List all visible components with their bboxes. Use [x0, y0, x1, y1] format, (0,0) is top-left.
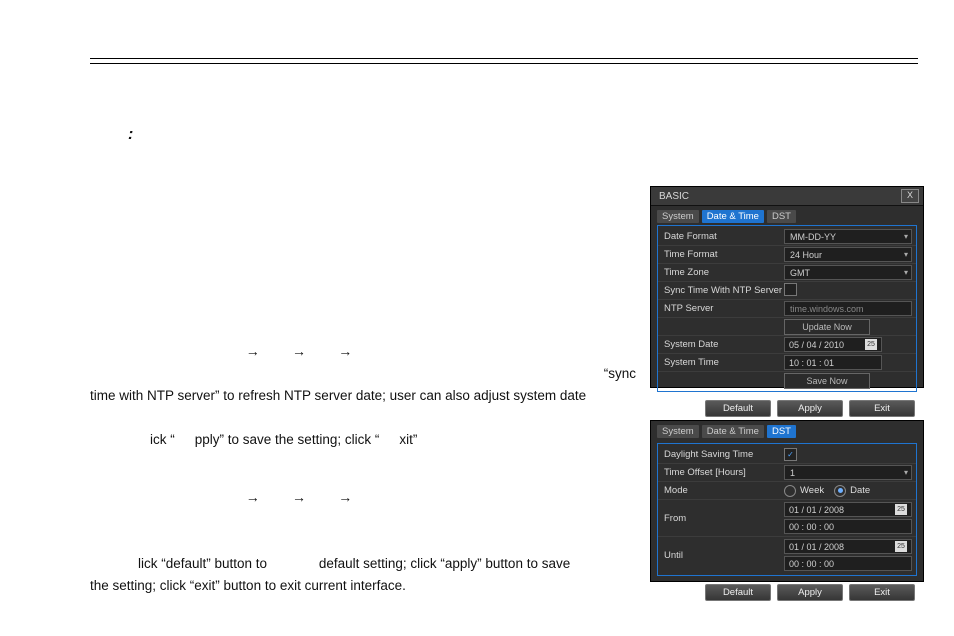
apply-button[interactable]: Apply [777, 584, 843, 601]
label-time-format: Time Format [658, 249, 784, 260]
tab-dst[interactable]: DST [767, 425, 796, 438]
label-until: Until [658, 550, 784, 561]
body-text-datetime: → → → “sync time with NTP server” to ref… [90, 340, 636, 451]
body-line: lick “default” button to [138, 556, 267, 571]
body-line: pply” to save the setting; click “ [195, 432, 380, 447]
body-line: default setting; click “apply” button to… [319, 556, 570, 571]
default-button[interactable]: Default [705, 584, 771, 601]
time-zone-dropdown[interactable]: GMT▾ [784, 265, 912, 280]
system-time-field[interactable]: 10 : 01 : 01 [784, 355, 882, 370]
body-line: “sync [90, 363, 636, 385]
time-offset-dropdown[interactable]: 1▾ [784, 465, 912, 480]
label-from: From [658, 513, 784, 524]
body-line: ick “ [150, 432, 175, 447]
calendar-icon[interactable]: 25 [895, 541, 907, 552]
arrow-icon: → [325, 340, 367, 362]
default-button[interactable]: Default [705, 400, 771, 417]
calendar-icon[interactable]: 25 [865, 339, 877, 350]
mode-date-radio[interactable] [834, 485, 846, 497]
from-time-field[interactable]: 00 : 00 : 00 [784, 519, 912, 534]
mode-week-radio[interactable] [784, 485, 796, 497]
apply-button[interactable]: Apply [777, 400, 843, 417]
basic-dialog: BASIC X System Date & Time DST Date Form… [650, 186, 924, 388]
body-line: the setting; click “exit” button to exit… [90, 575, 636, 597]
tab-system[interactable]: System [657, 425, 699, 438]
ntp-server-field[interactable]: time.windows.com [784, 301, 912, 316]
arrow-icon: → [232, 486, 274, 508]
calendar-icon[interactable]: 25 [895, 504, 907, 515]
label-time-offset: Time Offset [Hours] [658, 467, 784, 478]
label-date-format: Date Format [658, 231, 784, 242]
exit-button[interactable]: Exit [849, 400, 915, 417]
until-time-field[interactable]: 00 : 00 : 00 [784, 556, 912, 571]
body-line: time with NTP server” to refresh NTP ser… [90, 385, 636, 407]
chevron-down-icon: ▾ [904, 468, 908, 477]
sync-ntp-checkbox[interactable] [784, 283, 797, 296]
dialog-title: BASIC [659, 191, 689, 202]
time-format-dropdown[interactable]: 24 Hour▾ [784, 247, 912, 262]
body-text-dst: → → → lick “default” button to default s… [90, 486, 636, 597]
arrow-icon: → [278, 486, 320, 508]
label-system-time: System Time [658, 357, 784, 368]
dst-panel: System Date & Time DST Daylight Saving T… [650, 420, 924, 582]
tab-date-time[interactable]: Date & Time [702, 425, 764, 438]
label-system-date: System Date [658, 339, 784, 350]
exit-button[interactable]: Exit [849, 584, 915, 601]
chevron-down-icon: ▾ [904, 250, 908, 259]
chevron-down-icon: ▾ [904, 268, 908, 277]
label-sync-ntp: Sync Time With NTP Server [658, 285, 784, 296]
date-format-dropdown[interactable]: MM-DD-YY▾ [784, 229, 912, 244]
tab-system[interactable]: System [657, 210, 699, 223]
page-divider [90, 58, 918, 64]
label-mode: Mode [658, 485, 784, 496]
mode-week-label: Week [800, 485, 824, 496]
arrow-icon: → [232, 340, 274, 362]
save-now-button[interactable]: Save Now [784, 373, 870, 389]
label-ntp-server: NTP Server [658, 303, 784, 314]
colon-mark: : [128, 126, 133, 144]
arrow-icon: → [278, 340, 320, 362]
update-now-button[interactable]: Update Now [784, 319, 870, 335]
chevron-down-icon: ▾ [904, 232, 908, 241]
body-line: xit” [399, 432, 417, 447]
tab-dst[interactable]: DST [767, 210, 796, 223]
system-date-field[interactable]: 05 / 04 / 2010 25 [784, 337, 882, 352]
until-date-field[interactable]: 01 / 01 / 2008 25 [784, 539, 912, 554]
dst-checkbox[interactable]: ✓ [784, 448, 797, 461]
label-time-zone: Time Zone [658, 267, 784, 278]
tab-date-time[interactable]: Date & Time [702, 210, 764, 223]
label-dst: Daylight Saving Time [658, 449, 784, 460]
mode-date-label: Date [850, 485, 870, 496]
arrow-icon: → [325, 486, 367, 508]
close-icon[interactable]: X [901, 189, 919, 203]
from-date-field[interactable]: 01 / 01 / 2008 25 [784, 502, 912, 517]
